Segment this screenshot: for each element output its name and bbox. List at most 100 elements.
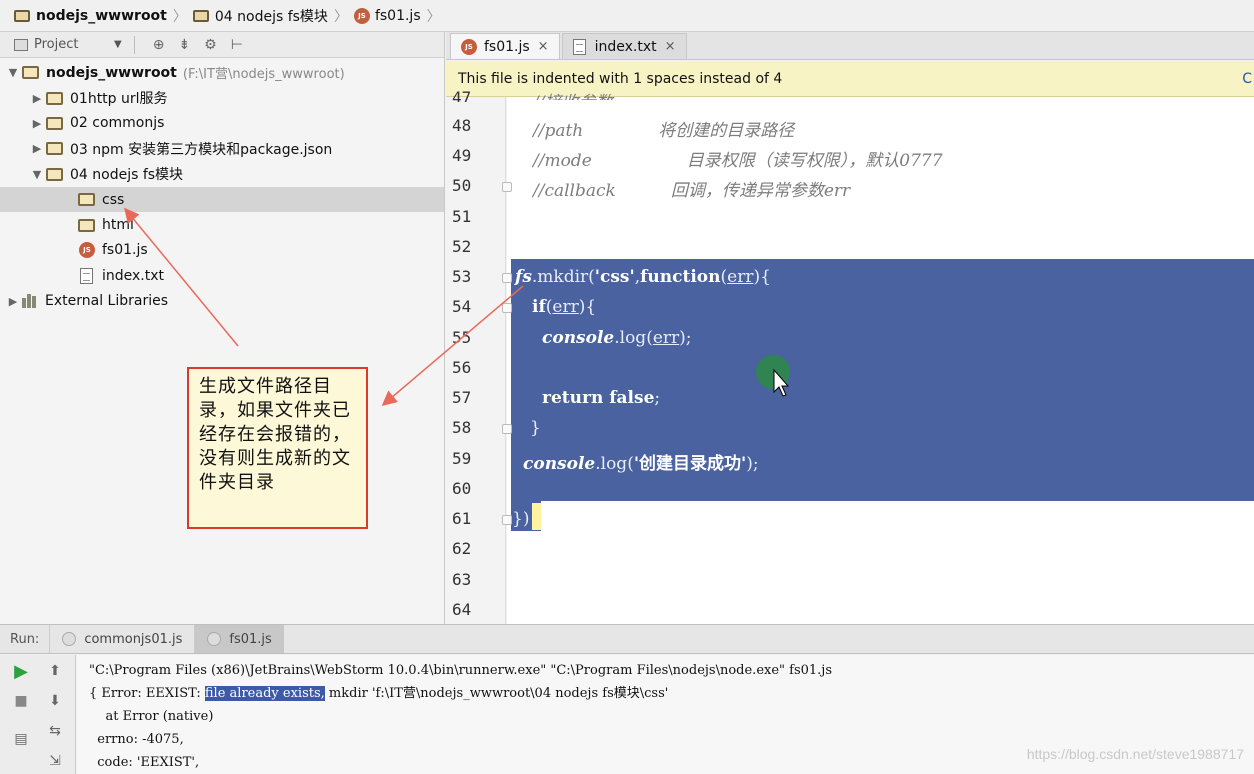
run-play-icon[interactable]: ▶ bbox=[10, 661, 32, 682]
breadcrumb-item-folder[interactable]: 04 nodejs fs模块 bbox=[192, 6, 328, 26]
fold-marker-icon[interactable] bbox=[502, 515, 512, 525]
line-number: 57 bbox=[452, 388, 472, 407]
folder-icon bbox=[46, 116, 63, 130]
text-file-icon bbox=[80, 267, 93, 284]
chevron-right-icon: 〉 bbox=[333, 8, 348, 25]
code-line-58: } bbox=[530, 418, 541, 438]
code-line-54: if(err){ bbox=[532, 297, 597, 317]
library-icon bbox=[22, 294, 39, 309]
navigation-breadcrumb: nodejs_wwwroot 〉 04 nodejs fs模块 〉 JS fs0… bbox=[0, 0, 1254, 32]
code-line-57: return false; bbox=[542, 388, 661, 408]
notice-text: This file is indented with 1 spaces inst… bbox=[458, 70, 783, 87]
tab-fs01-js[interactable]: JS fs01.js × bbox=[450, 33, 560, 59]
fold-marker-icon[interactable] bbox=[502, 303, 512, 313]
collapse-arrow-icon[interactable]: ▶ bbox=[28, 117, 46, 130]
line-number: 63 bbox=[452, 570, 472, 589]
collapse-arrow-icon[interactable]: ▶ bbox=[28, 92, 46, 105]
breadcrumb-item-root[interactable]: nodejs_wwwroot bbox=[14, 8, 167, 24]
close-icon[interactable]: × bbox=[538, 39, 549, 54]
line-number: 61 bbox=[452, 509, 472, 528]
line-number: 56 bbox=[452, 358, 472, 377]
line-number: 51 bbox=[452, 207, 472, 226]
tab-index-txt[interactable]: index.txt × bbox=[561, 33, 687, 59]
folder-icon bbox=[78, 193, 95, 207]
line-number: 58 bbox=[452, 418, 472, 437]
project-panel: Project ▼ ⊕ ⇟ ⚙ ⊢ ▼ nodejs_wwwroot (F:\I… bbox=[0, 32, 445, 624]
hide-panel-icon[interactable]: ⊢ bbox=[231, 37, 243, 53]
code-line-49: //mode 目录权限（读写权限），默认0777 bbox=[533, 151, 943, 171]
code-line-55: console.log(err); bbox=[542, 328, 692, 348]
line-number: 53 bbox=[452, 267, 472, 286]
down-arrow-icon[interactable]: ⬇ bbox=[44, 691, 66, 711]
tree-item-folder[interactable]: ▶ 02 commonjs bbox=[0, 111, 444, 136]
line-number: 49 bbox=[452, 146, 472, 165]
folder-icon bbox=[46, 142, 63, 156]
annotation-callout: 生成文件路径目录，如果文件夹已经存在会报错的，没有则生成新的文件夹目录 bbox=[187, 367, 368, 529]
line-number: 62 bbox=[452, 539, 472, 558]
js-file-icon: JS bbox=[461, 38, 477, 55]
scroll-to-end-icon[interactable]: ⇲ bbox=[44, 751, 66, 771]
toolbar-divider bbox=[133, 35, 135, 54]
tree-item-root[interactable]: ▼ nodejs_wwwroot (F:\IT营\nodejs_wwwroot) bbox=[0, 60, 444, 85]
line-number: 60 bbox=[452, 479, 472, 498]
line-number: 48 bbox=[452, 116, 472, 135]
breadcrumb-item-file[interactable]: JS fs01.js bbox=[353, 7, 421, 24]
folder-icon bbox=[22, 66, 39, 80]
project-view-select[interactable]: Project bbox=[34, 37, 114, 52]
run-tab-bar: Run: commonjs01.js fs01.js bbox=[0, 624, 1254, 654]
node-icon bbox=[62, 632, 77, 646]
node-icon bbox=[207, 632, 222, 646]
tree-item-file-txt[interactable]: index.txt bbox=[0, 263, 444, 288]
scroll-from-source-icon[interactable]: ⊕ bbox=[153, 37, 165, 53]
project-view-icon bbox=[14, 38, 28, 51]
tree-item-folder[interactable]: ▶ 03 npm 安装第三方模块和package.json bbox=[0, 136, 444, 161]
up-arrow-icon[interactable]: ⬆ bbox=[44, 661, 66, 681]
editor-tab-bar: JS fs01.js × index.txt × bbox=[446, 32, 1254, 60]
notice-action-link[interactable]: C bbox=[1242, 71, 1252, 87]
tree-item-folder-html[interactable]: html bbox=[0, 212, 444, 237]
code-line-48: //path 将创建的目录路径 bbox=[533, 121, 795, 141]
chevron-right-icon: 〉 bbox=[426, 8, 441, 25]
fold-marker-icon[interactable] bbox=[502, 424, 512, 434]
run-tab-commonjs01[interactable]: commonjs01.js bbox=[49, 625, 194, 653]
tree-item-external-libraries[interactable]: ▶ External Libraries bbox=[0, 289, 444, 314]
close-icon[interactable]: × bbox=[665, 39, 676, 54]
code-line-59: console.log('创建目录成功'); bbox=[523, 454, 759, 474]
folder-icon bbox=[14, 9, 30, 22]
console-line-1: "C:\Program Files (x86)\JetBrains\WebSto… bbox=[89, 663, 833, 678]
line-number: 64 bbox=[452, 600, 472, 619]
tree-item-folder[interactable]: ▼ 04 nodejs fs模块 bbox=[0, 162, 444, 187]
js-file-icon: JS bbox=[79, 242, 95, 259]
tree-item-folder[interactable]: ▶ 01http url服务 bbox=[0, 85, 444, 110]
stop-icon[interactable]: ■ bbox=[10, 691, 32, 711]
code-line-47: //接收参数: bbox=[533, 88, 618, 100]
collapse-all-icon[interactable]: ⇟ bbox=[178, 37, 190, 53]
project-tree: ▼ nodejs_wwwroot (F:\IT营\nodejs_wwwroot)… bbox=[0, 58, 444, 314]
fold-marker-icon[interactable] bbox=[502, 182, 512, 192]
chevron-right-icon: 〉 bbox=[172, 8, 187, 25]
mouse-highlight bbox=[756, 355, 790, 389]
code-line-53: fs.mkdir('css',function(err){ bbox=[515, 267, 771, 287]
folder-icon bbox=[46, 167, 63, 181]
caret-highlight bbox=[532, 503, 541, 530]
tree-item-folder-css[interactable]: css bbox=[0, 186, 444, 213]
expand-arrow-icon[interactable]: ▼ bbox=[4, 66, 22, 79]
layout-icon[interactable]: ▤ bbox=[10, 729, 32, 749]
dropdown-arrow-icon[interactable]: ▼ bbox=[114, 39, 122, 50]
run-tab-fs01[interactable]: fs01.js bbox=[194, 625, 284, 653]
gear-icon[interactable]: ⚙ bbox=[204, 37, 217, 53]
collapse-arrow-icon[interactable]: ▶ bbox=[28, 142, 46, 155]
line-number: 50 bbox=[452, 176, 472, 195]
text-file-icon bbox=[572, 38, 586, 55]
line-number: 54 bbox=[452, 297, 472, 316]
expand-arrow-icon[interactable]: ▼ bbox=[28, 168, 46, 181]
fold-marker-icon[interactable] bbox=[502, 273, 512, 283]
soft-wrap-icon[interactable]: ⇆ bbox=[44, 721, 66, 741]
tree-item-file-js[interactable]: JS fs01.js bbox=[0, 238, 444, 263]
collapse-arrow-icon[interactable]: ▶ bbox=[4, 295, 22, 308]
line-number: 59 bbox=[452, 449, 472, 468]
watermark: https://blog.csdn.net/steve1988717 bbox=[1026, 746, 1244, 762]
console-line-3: at Error (native) bbox=[89, 709, 214, 724]
code-line-61: }) bbox=[512, 509, 530, 529]
code-line-50: //callback 回调，传递异常参数err bbox=[533, 181, 851, 201]
